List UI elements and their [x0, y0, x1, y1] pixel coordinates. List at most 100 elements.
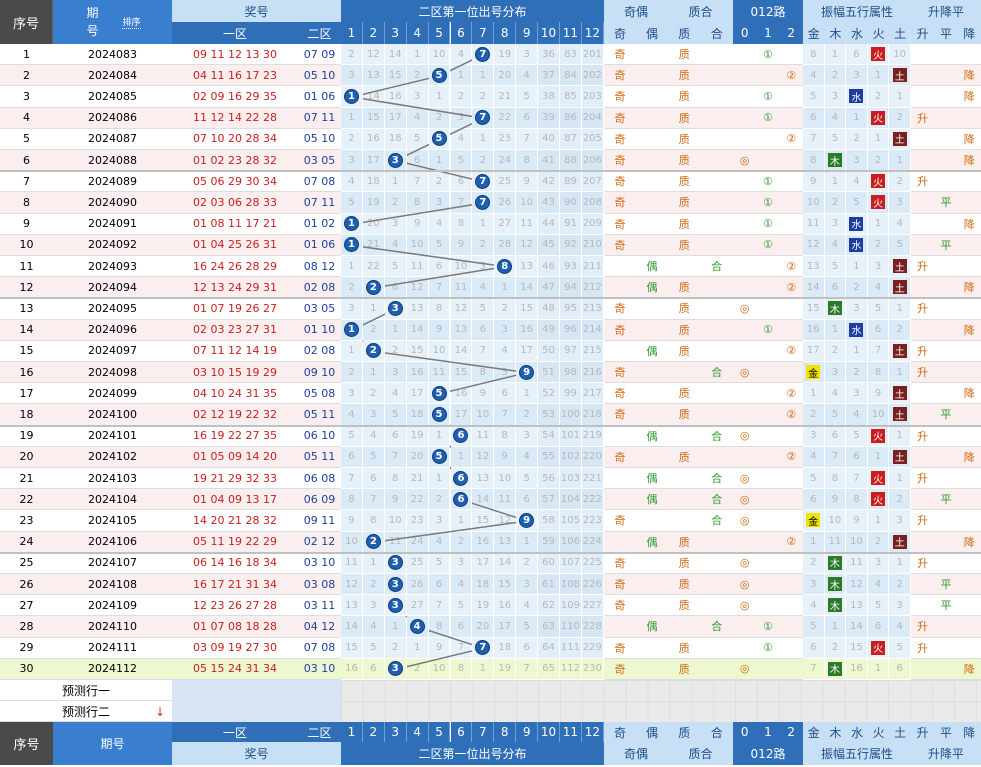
grid-cell: 1 [384, 171, 407, 193]
grid-cell: 5 [362, 637, 385, 659]
header-col-1: 1 [341, 22, 363, 44]
trend-cell-0 [911, 128, 935, 150]
odd-cell: 奇 [604, 171, 636, 193]
wuxing-cell-3: 火 [867, 171, 890, 193]
grid-cell: 5 [450, 150, 473, 172]
sort-button[interactable]: 排序 [122, 15, 141, 29]
grid-cell: 3 [384, 150, 407, 172]
grid-cell: 17 [384, 107, 407, 129]
wuxing-cell-3: 1 [867, 213, 890, 235]
odd-cell: 奇 [604, 65, 636, 87]
row-period: 2024109 [53, 595, 172, 617]
grid-cell: 111 [560, 637, 582, 659]
mod-cell-0 [733, 65, 757, 87]
grid-cell: 11 [406, 256, 429, 278]
grid-cell: 5 [494, 362, 517, 384]
grid-cell: 11 [450, 277, 473, 299]
row-period: 2024083 [53, 44, 172, 66]
grid-cell: 7 [384, 446, 407, 468]
trend-cell-1 [934, 107, 958, 129]
grid-cell: 1 [428, 425, 451, 447]
trend-cell-0 [911, 404, 935, 426]
grid-cell: 4 [450, 574, 473, 596]
prime-cell: 质 [668, 340, 701, 362]
grid-cell: 6 [384, 425, 407, 447]
prime-cell: 质 [668, 234, 701, 256]
wuxing-cell-0: 金 [803, 510, 825, 532]
grid-cell: 6 [472, 319, 495, 341]
grid-cell: 58 [538, 510, 560, 532]
mod-cell-2 [779, 658, 803, 680]
comp-cell [700, 213, 733, 235]
grid-cell: 12 [450, 298, 473, 320]
trend-cell-0 [911, 658, 935, 680]
trend-cell-0 [911, 213, 935, 235]
row-zone2: 03 11 [298, 595, 341, 617]
header-col-2: 2 [362, 22, 385, 44]
grid-cell: 14 [450, 340, 473, 362]
mod-cell-1 [756, 531, 780, 553]
grid-cell: 4 [341, 171, 363, 193]
mod-cell-2 [779, 298, 803, 320]
footer-trend-title: 升降平 [911, 742, 981, 765]
comp-cell [700, 65, 733, 87]
mod-cell-0: ◎ [733, 362, 757, 384]
predict-row-2[interactable]: 预测行二 [0, 701, 172, 722]
wuxing-cell-4: 4 [889, 616, 911, 638]
wuxing-badge: 水 [849, 89, 864, 104]
grid-cell: 1 [341, 319, 363, 341]
grid-cell: 1 [341, 340, 363, 362]
grid-cell: 8 [384, 468, 407, 490]
group-separator [0, 170, 981, 173]
grid-cell: 6 [341, 446, 363, 468]
grid-cell: 7 [428, 595, 451, 617]
trend-cell-0 [911, 319, 935, 341]
prime-cell: 质 [668, 44, 701, 66]
wuxing-cell-3: 4 [867, 574, 890, 596]
header-up: 升 [911, 22, 935, 44]
even-cell [636, 552, 668, 574]
trend-cell-2: 降 [957, 213, 981, 235]
grid-cell: 12 [341, 574, 363, 596]
prime-cell: 质 [668, 319, 701, 341]
even-cell: 偶 [636, 425, 668, 447]
grid-cell: 3 [450, 552, 473, 574]
ball-marker: 6 [453, 470, 469, 486]
trend-cell-1 [934, 531, 958, 553]
mod-cell-0 [733, 213, 757, 235]
comp-cell [700, 192, 733, 214]
grid-cell: 14 [494, 552, 517, 574]
predict-arrow-icon[interactable]: ↓ [150, 701, 170, 722]
wuxing-badge: 火 [871, 47, 886, 62]
prime-cell: 质 [668, 574, 701, 596]
grid-cell: 2 [472, 86, 495, 108]
ball-marker: 5 [431, 385, 447, 401]
wuxing-cell-2: 10 [846, 531, 868, 553]
row-zone2: 04 12 [298, 616, 341, 638]
header-odd: 奇 [604, 22, 636, 44]
row-period: 2024092 [53, 234, 172, 256]
wuxing-badge: 火 [871, 640, 886, 655]
prime-cell: 质 [668, 86, 701, 108]
row-zone1: 06 14 16 18 34 [172, 552, 298, 574]
mod-cell-0 [733, 234, 757, 256]
mod-cell-1 [756, 340, 780, 362]
wuxing-cell-2: 2 [846, 277, 868, 299]
row-zone1: 14 20 21 28 32 [172, 510, 298, 532]
mod-cell-0 [733, 616, 757, 638]
header-period[interactable]: 期号 排序 [53, 0, 172, 44]
grid-cell: 1 [428, 86, 451, 108]
predict-input-area[interactable] [172, 680, 341, 722]
grid-cell: 204 [581, 107, 604, 129]
grid-cell: 4 [384, 383, 407, 405]
comp-cell [700, 383, 733, 405]
predict-row-1[interactable]: 预测行一 [0, 680, 172, 701]
even-cell: 偶 [636, 489, 668, 511]
wuxing-cell-1: 6 [824, 277, 847, 299]
wuxing-cell-4: 10 [889, 44, 911, 66]
row-period: 2024096 [53, 319, 172, 341]
trend-cell-1 [934, 171, 958, 193]
even-cell [636, 107, 668, 129]
even-cell [636, 213, 668, 235]
grid-cell: 94 [560, 277, 582, 299]
